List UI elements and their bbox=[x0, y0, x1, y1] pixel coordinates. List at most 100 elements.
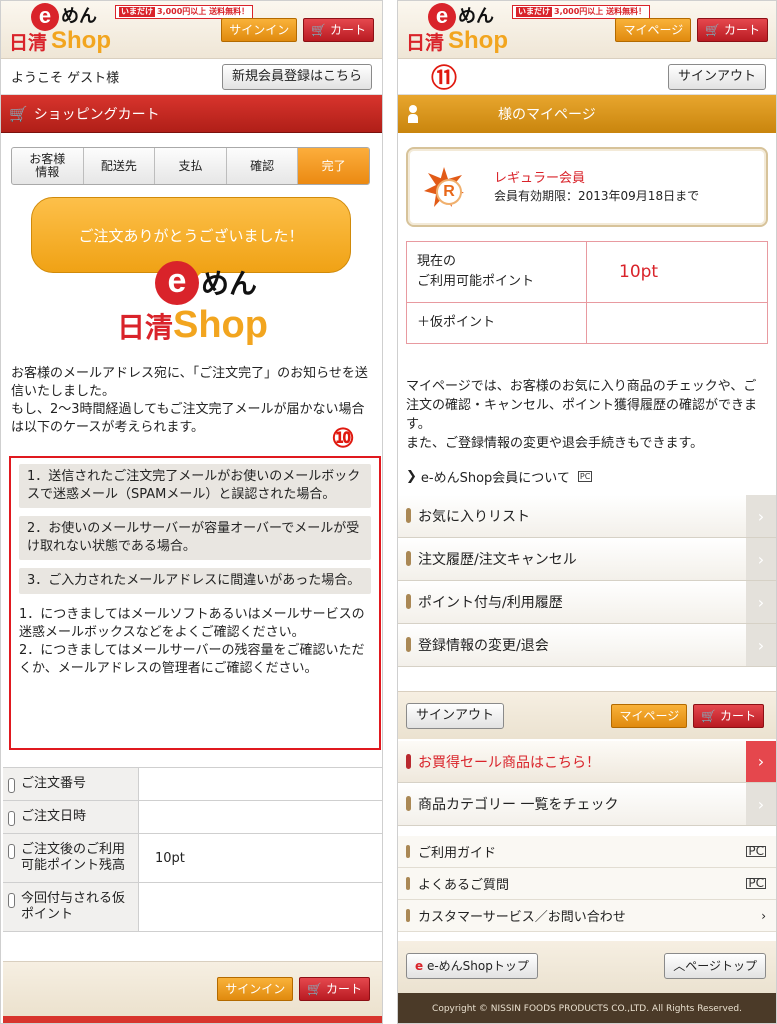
shop-top-button[interactable]: e e-めんShopトップ bbox=[406, 953, 538, 979]
link-label: ご利用ガイド bbox=[418, 846, 497, 861]
annotation-marker-11: ⑪ bbox=[430, 64, 457, 93]
menu-item-favorites[interactable]: お気に入りリスト › bbox=[398, 495, 776, 538]
mypage-title-bar: 様のマイページ bbox=[398, 95, 776, 133]
case-notes: 1．につきましてはメールソフトあるいはメールサービスの迷惑メールボックスなどをよ… bbox=[19, 607, 365, 676]
bottom-bar: サインイン 🛒 カート bbox=[3, 961, 382, 1023]
free-shipping-badge: いまだけ 3,000円以上 送料無料！ bbox=[512, 5, 651, 19]
menu-item-account-settings[interactable]: 登録情報の変更/退会 › bbox=[398, 624, 776, 667]
customer-service-link[interactable]: カスタマーサービス／お問い合わせ › bbox=[398, 900, 776, 932]
table-row: ご注文番号 bbox=[3, 768, 382, 801]
order-number-value bbox=[139, 768, 382, 800]
page-top-label: ページトップ bbox=[685, 959, 757, 973]
e-men-shop-logo[interactable]: e めん 日清 Shop いまだけ 3,000円以上 送料無料！ bbox=[406, 3, 651, 57]
cart-label: カート bbox=[325, 982, 362, 996]
table-row: ＋仮ポイント bbox=[407, 303, 767, 343]
mypage-menu: お気に入りリスト › 注文履歴/注文キャンセル › ポイント付与/利用履歴 › 登録情… bbox=[398, 495, 776, 667]
signout-button-bottom[interactable]: サインアウト bbox=[406, 703, 505, 729]
step-label: 配送先 bbox=[100, 158, 137, 173]
chevron-right-icon: › bbox=[746, 783, 776, 825]
points-balance-label: ご注文後のご利用可能ポイント残高 bbox=[3, 834, 139, 882]
page-top-button[interactable]: ︿ページトップ bbox=[664, 953, 766, 979]
e-men-shop-logo[interactable]: e めん 日清 Shop いまだけ 3,000円以上 送料無料！ bbox=[9, 3, 254, 57]
points-balance-value: 10pt bbox=[155, 850, 185, 866]
pc-icon: PC bbox=[746, 844, 766, 858]
step-label: 確認 bbox=[250, 158, 275, 173]
chevron-right-icon: › bbox=[746, 624, 776, 666]
mypage-button[interactable]: マイページ bbox=[615, 18, 692, 42]
sale-banner-peek[interactable] bbox=[3, 1016, 382, 1023]
badge-letter: R bbox=[436, 179, 462, 205]
step-customer-info: お客様 情報 bbox=[12, 148, 84, 184]
mini-logo-icon: e bbox=[415, 959, 424, 973]
logo-nissin: 日清 bbox=[9, 32, 48, 54]
site-header: e めん 日清 Shop いまだけ 3,000円以上 送料無料！ マイページ 🛒 … bbox=[398, 1, 776, 59]
cart-button[interactable]: 🛒 カート bbox=[303, 18, 374, 42]
category-list-link[interactable]: 商品カテゴリー 一覧をチェック › bbox=[398, 783, 776, 826]
menu-label: お気に入りリスト bbox=[418, 509, 530, 525]
logo-shop: Shop bbox=[51, 27, 111, 54]
copyright: Copyright © NISSIN FOODS PRODUCTS CO.,LT… bbox=[398, 993, 776, 1023]
case-item: 1．送信されたご注文完了メールがお使いのメールボックスで迷惑メール（SPAMメー… bbox=[19, 464, 371, 508]
link-label: カスタマーサービス／お問い合わせ bbox=[418, 910, 626, 925]
member-about-label: e-めんShop会員について bbox=[420, 471, 570, 486]
case-item: 2．お使いのメールサーバーが容量オーバーでメールが受け取れない状態である場合。 bbox=[19, 516, 371, 560]
cart-button-bottom[interactable]: 🛒 カート bbox=[693, 704, 764, 728]
signin-button-bottom[interactable]: サインイン bbox=[217, 977, 294, 1001]
table-row: 今回付与される仮ポイント bbox=[3, 883, 382, 932]
footer-bar: e e-めんShopトップ ︿ページトップ bbox=[398, 941, 776, 993]
mypage-title: 様のマイページ bbox=[498, 107, 596, 123]
big-logo-nissin: 日清 bbox=[117, 311, 174, 344]
cart-button[interactable]: 🛒 カート bbox=[697, 18, 768, 42]
provisional-points-label: ＋仮ポイント bbox=[407, 303, 587, 343]
logo-men: めん bbox=[458, 6, 494, 27]
step-confirm: 確認 bbox=[227, 148, 299, 184]
menu-label: ポイント付与/利用履歴 bbox=[418, 595, 563, 611]
member-about-link[interactable]: ❯ e-めんShop会員について PC bbox=[406, 467, 593, 486]
chevron-right-icon: › bbox=[761, 908, 766, 923]
chevron-right-icon: ❯ bbox=[406, 469, 417, 484]
faq-link[interactable]: よくあるご質問 PC bbox=[398, 868, 776, 900]
step-label: 完了 bbox=[321, 158, 346, 173]
delivery-cases-box: 1．送信されたご注文完了メールがお使いのメールボックスで迷惑メール（SPAMメー… bbox=[9, 456, 381, 750]
signout-button[interactable]: サインアウト bbox=[667, 63, 766, 90]
mypage-screen: e めん 日清 Shop いまだけ 3,000円以上 送料無料！ マイページ 🛒 … bbox=[397, 0, 777, 1024]
menu-label: 注文履歴/注文キャンセル bbox=[418, 552, 577, 568]
help-links: ご利用ガイド PC よくあるご質問 PC カスタマーサービス／お問い合わせ › bbox=[398, 836, 776, 932]
chevron-right-icon: › bbox=[746, 581, 776, 623]
e-men-shop-big-logo: e めん 日清 Shop bbox=[117, 261, 287, 351]
case-item: 3．ご入力されたメールアドレスに間違いがあった場合。 bbox=[19, 568, 371, 594]
menu-item-points-history[interactable]: ポイント付与/利用履歴 › bbox=[398, 581, 776, 624]
promo-tag: いまだけ bbox=[516, 7, 552, 17]
site-header: e めん 日清 Shop いまだけ 3,000円以上 送料無料！ サインイン 🛒 … bbox=[1, 1, 382, 59]
thank-you-text: ご注文ありがとうございました！ bbox=[78, 226, 304, 245]
big-logo-men: めん bbox=[201, 267, 258, 300]
table-row: 現在の ご利用可能ポイント 10pt bbox=[407, 242, 767, 303]
menu-label: 登録情報の変更/退会 bbox=[418, 638, 549, 654]
register-button[interactable]: 新規会員登録はこちら bbox=[221, 63, 372, 90]
big-logo-e-mark: e bbox=[155, 261, 199, 305]
signout-row: ⑪ サインアウト bbox=[398, 59, 776, 95]
points-table: 現在の ご利用可能ポイント 10pt ＋仮ポイント bbox=[406, 241, 768, 344]
step-label: 支払 bbox=[178, 158, 203, 173]
guide-link[interactable]: ご利用ガイド PC bbox=[398, 836, 776, 868]
table-row: ご注文後のご利用可能ポイント残高 10pt bbox=[3, 834, 382, 883]
menu-item-order-history[interactable]: 注文履歴/注文キャンセル › bbox=[398, 538, 776, 581]
mypage-button-bottom[interactable]: マイページ bbox=[611, 704, 688, 728]
cart-button-bottom[interactable]: 🛒 カート bbox=[299, 977, 370, 1001]
table-row: ご注文日時 bbox=[3, 801, 382, 834]
promo-text: 3,000円以上 送料無料！ bbox=[554, 7, 647, 16]
promo-tag: いまだけ bbox=[119, 7, 155, 17]
sale-link[interactable]: お買得セール商品はこちら！ › bbox=[398, 741, 776, 783]
chevron-right-icon: › bbox=[746, 495, 776, 537]
cart-bar-title: ショッピングカート bbox=[33, 106, 160, 123]
cart-complete-screen: e めん 日清 Shop いまだけ 3,000円以上 送料無料！ サインイン 🛒 … bbox=[0, 0, 383, 1024]
provisional-points-label: 今回付与される仮ポイント bbox=[3, 883, 139, 931]
promo-text: 3,000円以上 送料無料！ bbox=[157, 7, 250, 16]
shop-top-label: e-めんShopトップ bbox=[426, 959, 529, 973]
member-rank: レギュラー会員 bbox=[494, 171, 586, 186]
big-logo-shop: Shop bbox=[173, 304, 268, 346]
category-label: 商品カテゴリー 一覧をチェック bbox=[418, 797, 619, 813]
signin-button[interactable]: サインイン bbox=[221, 18, 298, 42]
member-card: R レギュラー会員 会員有効期限：2013年09月18日まで bbox=[406, 147, 768, 227]
checkout-steps: お客様 情報 配送先 支払 確認 完了 bbox=[11, 147, 370, 185]
